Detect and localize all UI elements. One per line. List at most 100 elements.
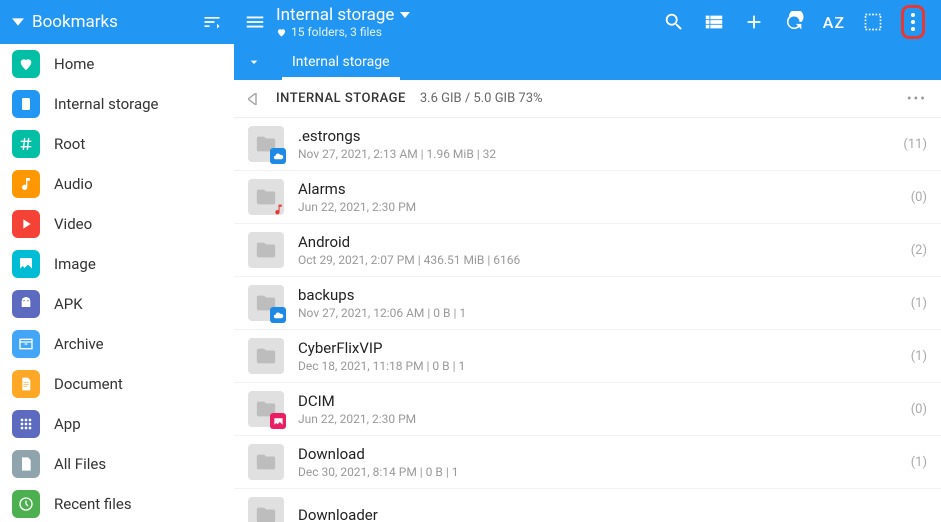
file-meta: Oct 29, 2021, 2:07 PM | 436.51 MiB | 616… (298, 253, 903, 267)
title-dropdown-icon (400, 10, 410, 20)
folder-icon (248, 179, 284, 215)
breadcrumb-path[interactable]: INTERNAL STORAGE (276, 91, 406, 106)
file-row[interactable]: Android Oct 29, 2021, 2:07 PM | 436.51 Mi… (234, 224, 941, 277)
sidebar-item-image[interactable]: Image (0, 244, 234, 284)
main: Internal storage 15 folders, 3 files (234, 0, 941, 522)
sidebar-title: Bookmarks (32, 12, 202, 32)
file-meta: Jun 22, 2021, 2:30 PM (298, 412, 903, 426)
android-icon (12, 290, 40, 318)
file-row[interactable]: AlarmsJun 22, 2021, 2:30 PM(0) (234, 171, 941, 224)
file-name: Download (298, 445, 903, 463)
file-name: DCIM (298, 392, 903, 410)
breadcrumb: INTERNAL STORAGE 3.6 GIB / 5.0 GIB 73% •… (234, 80, 941, 118)
sidebar-item-label: Image (54, 255, 96, 273)
sidebar-list: Home Internal storage Root Audio Video Image A… (0, 44, 234, 522)
folder-icon (248, 391, 284, 427)
file-row[interactable]: DownloadDec 30, 2021, 8:14 PM | 0 B | 1(… (234, 436, 941, 489)
file-count: (0) (911, 402, 927, 417)
folder-icon (248, 232, 284, 268)
menu-icon[interactable] (244, 11, 266, 33)
sidebar-item-home[interactable]: Home (0, 44, 234, 84)
file-icon (12, 450, 40, 478)
file-name: backups (298, 286, 903, 304)
sidebar-item-label: App (54, 415, 81, 433)
search-icon[interactable] (663, 11, 685, 33)
sidebar-item-label: Audio (54, 175, 93, 193)
file-row[interactable]: DCIM Jun 22, 2021, 2:30 PM (0) (234, 383, 941, 436)
file-count: (1) (911, 349, 927, 364)
sidebar-item-apk[interactable]: APK (0, 284, 234, 324)
grid-icon (12, 410, 40, 438)
back-icon[interactable] (248, 93, 258, 105)
heart-icon (276, 27, 287, 38)
topbar: Internal storage 15 folders, 3 files (234, 0, 941, 80)
sidebar-item-internal-storage[interactable]: Internal storage (0, 84, 234, 124)
file-name: CyberFlixVIP (298, 339, 903, 357)
badge-cloud-icon (270, 148, 286, 164)
folder-icon (248, 126, 284, 162)
refresh-icon[interactable] (783, 11, 805, 33)
badge-cloud-icon (270, 307, 286, 323)
hash-icon (12, 130, 40, 158)
file-name: Android (298, 233, 903, 251)
add-icon[interactable] (743, 11, 765, 33)
sidebar-item-label: All Files (54, 455, 106, 473)
folder-icon (248, 338, 284, 374)
doc-icon (12, 370, 40, 398)
sidebar-item-document[interactable]: Document (0, 364, 234, 404)
sidebar-item-audio[interactable]: Audio (0, 164, 234, 204)
page-title: Internal storage (276, 5, 394, 25)
tabbar: Internal storage (234, 44, 941, 80)
file-row[interactable]: CyberFlixVIP Dec 18, 2021, 11:18 PM | 0 B… (234, 330, 941, 383)
sidebar-item-label: Home (54, 55, 94, 73)
heart-icon (12, 50, 40, 78)
sidebar-item-label: Recent files (54, 495, 132, 513)
more-icon[interactable] (901, 5, 925, 39)
toolbar-actions: AZ (663, 5, 931, 39)
file-row[interactable]: .estrongs Nov 27, 2021, 2:13 AM | 1.96 Mi… (234, 118, 941, 171)
sort-az-button[interactable]: AZ (823, 13, 845, 32)
sidebar-item-video[interactable]: Video (0, 204, 234, 244)
dropdown-icon[interactable] (12, 16, 24, 28)
sort-icon[interactable] (202, 12, 222, 32)
image-icon (12, 250, 40, 278)
sidebar-item-root[interactable]: Root (0, 124, 234, 164)
sidebar-item-all-files[interactable]: All Files (0, 444, 234, 484)
file-count: (2) (911, 243, 927, 258)
file-meta: Dec 30, 2021, 8:14 PM | 0 B | 1 (298, 465, 903, 479)
file-row[interactable]: backups Nov 27, 2021, 12:06 AM | 0 B | 1 (… (234, 277, 941, 330)
file-meta: Nov 27, 2021, 12:06 AM | 0 B | 1 (298, 306, 903, 320)
select-icon[interactable] (863, 12, 883, 32)
sidebar-item-app[interactable]: App (0, 404, 234, 444)
view-list-icon[interactable] (703, 11, 725, 33)
sidebar-item-label: APK (54, 295, 83, 313)
file-meta: Dec 18, 2021, 11:18 PM | 0 B | 1 (298, 359, 903, 373)
badge-music-icon (270, 201, 286, 217)
subtitle: 15 folders, 3 files (291, 25, 382, 39)
file-count: (0) (911, 190, 927, 205)
sidebar-item-label: Archive (54, 335, 104, 353)
sidebar-item-label: Video (54, 215, 92, 233)
clock-icon (12, 490, 40, 518)
sidebar: Bookmarks Home Internal storage Root Audio V… (0, 0, 234, 522)
title-block[interactable]: Internal storage 15 folders, 3 files (276, 5, 663, 39)
file-row[interactable]: Downloader (234, 489, 941, 522)
folder-icon (248, 444, 284, 480)
sidebar-item-label: Root (54, 135, 85, 153)
file-name: .estrongs (298, 127, 895, 145)
tab-internal-storage[interactable]: Internal storage (282, 44, 400, 80)
file-name: Alarms (298, 180, 903, 198)
sidebar-item-recent-files[interactable]: Recent files (0, 484, 234, 522)
file-list: .estrongs Nov 27, 2021, 2:13 AM | 1.96 Mi… (234, 118, 941, 522)
sidebar-header: Bookmarks (0, 0, 234, 44)
file-meta: Nov 27, 2021, 2:13 AM | 1.96 MiB | 32 (298, 147, 895, 161)
folder-icon (248, 285, 284, 321)
file-count: (1) (911, 296, 927, 311)
breadcrumb-more-icon[interactable]: ••• (907, 91, 927, 107)
badge-image-icon (270, 413, 286, 429)
archive-icon (12, 330, 40, 358)
chevron-down-icon[interactable] (246, 54, 262, 70)
sidebar-item-archive[interactable]: Archive (0, 324, 234, 364)
file-name: Downloader (298, 506, 927, 522)
music-icon (12, 170, 40, 198)
